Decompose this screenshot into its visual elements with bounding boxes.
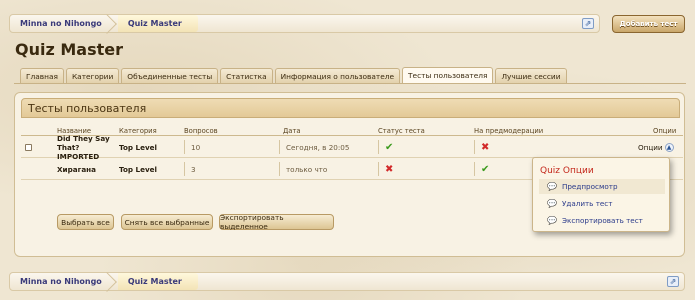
- breadcrumb-item-quiz-master[interactable]: Quiz Master: [117, 15, 198, 32]
- add-test-button[interactable]: Добавить тест: [612, 15, 685, 33]
- menu-item-label: Экспортировать тест: [561, 216, 643, 225]
- column-questions[interactable]: Вопросов: [184, 127, 218, 135]
- status-x-icon[interactable]: ✖: [385, 164, 393, 175]
- test-date: только что: [279, 162, 327, 176]
- test-date: Сегодня, в 20:05: [279, 140, 349, 154]
- chevron-up-icon[interactable]: ▲: [664, 142, 674, 152]
- menu-title: Quiz Опции: [540, 166, 594, 176]
- options-dropdown[interactable]: Опции ▲: [638, 136, 674, 158]
- tab-merged-tests[interactable]: Объединенные тесты: [121, 68, 219, 83]
- table-header: Название Категория Вопросов Дата Статус …: [21, 126, 683, 136]
- menu-item-label: Удалить тест: [561, 199, 613, 208]
- tab-statistics[interactable]: Статистка: [220, 68, 273, 83]
- breadcrumb-item-home[interactable]: Minna no Nihongo: [10, 15, 118, 32]
- breadcrumb-bottom: Minna no Nihongo Quiz Master ⇗: [9, 272, 685, 291]
- breadcrumb-item-home[interactable]: Minna no Nihongo: [10, 273, 118, 290]
- tab-divider: [14, 83, 686, 84]
- tab-bar: Главная Категории Объединенные тесты Ста…: [20, 67, 567, 83]
- options-label[interactable]: Опции: [638, 143, 663, 152]
- page-title: Quiz Master: [15, 40, 123, 59]
- test-name[interactable]: Хирагана: [57, 158, 96, 180]
- column-category[interactable]: Категория: [119, 127, 157, 135]
- column-status[interactable]: Статус теста: [378, 127, 425, 135]
- moderation-x-icon[interactable]: ✖: [481, 142, 489, 153]
- speech-bubble-icon: 💬: [547, 182, 557, 191]
- menu-item-label: Предпросмотр: [561, 182, 618, 191]
- column-date[interactable]: Дата: [283, 127, 301, 135]
- deselect-all-button[interactable]: Снять все выбранные: [121, 214, 213, 230]
- jump-icon[interactable]: ⇗: [667, 276, 679, 287]
- test-name[interactable]: Did They Say That? IMPORTED: [57, 134, 119, 161]
- export-selected-button[interactable]: Экспортировать выделенное: [219, 213, 334, 231]
- menu-item-delete[interactable]: 💬 Удалить тест: [539, 196, 665, 211]
- tab-user-tests[interactable]: Тесты пользователя: [402, 67, 494, 83]
- tab-categories[interactable]: Категории: [65, 68, 120, 83]
- test-questions: 3: [184, 162, 196, 176]
- test-category: Top Level: [119, 164, 158, 174]
- test-questions: 10: [184, 140, 200, 154]
- status-ok-icon[interactable]: ✔: [385, 142, 393, 153]
- menu-item-preview[interactable]: 💬 Предпросмотр: [539, 179, 665, 194]
- table-row: Did They Say That? IMPORTED Top Level 10…: [21, 134, 683, 161]
- breadcrumb-top: Minna no Nihongo Quiz Master ⇗: [9, 14, 600, 33]
- tab-best-sessions[interactable]: Лучшие сессии: [495, 68, 567, 83]
- select-all-button[interactable]: Выбрать все: [57, 214, 114, 230]
- test-category: Top Level: [119, 142, 158, 152]
- moderation-ok-icon[interactable]: ✔: [481, 164, 489, 175]
- panel-title: Тесты пользователя: [21, 98, 680, 118]
- jump-icon[interactable]: ⇗: [582, 18, 594, 29]
- breadcrumb-item-quiz-master[interactable]: Quiz Master: [117, 273, 198, 290]
- tab-home[interactable]: Главная: [20, 68, 64, 83]
- menu-item-export[interactable]: 💬 Экспортировать тест: [539, 213, 665, 228]
- row-checkbox[interactable]: [25, 143, 32, 151]
- column-options: Опции: [653, 127, 677, 135]
- column-moderation[interactable]: На предмодерации: [474, 127, 543, 135]
- quiz-options-menu: Quiz Опции 💬 Предпросмотр 💬 Удалить тест…: [532, 157, 670, 232]
- speech-bubble-icon: 💬: [547, 199, 557, 208]
- speech-bubble-icon: 💬: [547, 216, 557, 225]
- tab-user-info[interactable]: Информация о пользователе: [274, 68, 401, 83]
